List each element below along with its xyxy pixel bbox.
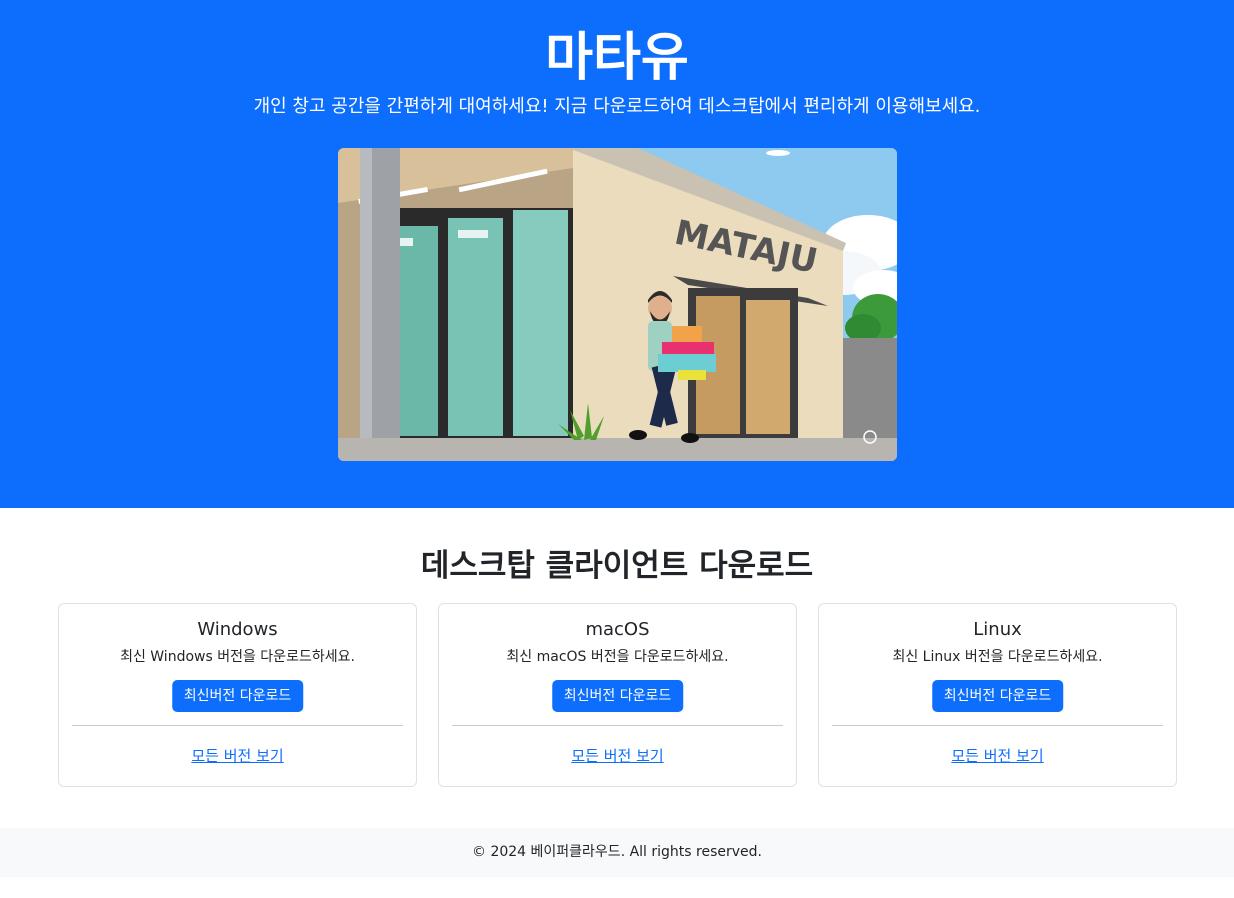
card-description: 최신 Linux 버전을 다운로드하세요. [892, 649, 1103, 665]
windows-download-button[interactable]: 최신버전 다운로드 [171, 680, 304, 712]
card-description: 최신 Windows 버전을 다운로드하세요. [120, 649, 355, 665]
windows-all-versions-link[interactable]: 모든 버전 보기 [59, 745, 416, 767]
macos-all-versions-link[interactable]: 모든 버전 보기 [439, 745, 796, 767]
card-divider [452, 725, 783, 726]
card-title: Windows [197, 619, 278, 640]
macos-download-button[interactable]: 최신버전 다운로드 [551, 680, 684, 712]
windows-card: Windows 최신 Windows 버전을 다운로드하세요. 최신버전 다운로… [58, 603, 417, 787]
footer: © 2024 베이퍼클라우드. All rights reserved. [0, 828, 1234, 877]
card-divider [72, 725, 403, 726]
copyright-text: © 2024 베이퍼클라우드. All rights reserved. [472, 844, 762, 860]
card-divider [832, 725, 1163, 726]
card-description: 최신 macOS 버전을 다운로드하세요. [506, 649, 729, 665]
macos-card: macOS 최신 macOS 버전을 다운로드하세요. 최신버전 다운로드 모든… [438, 603, 797, 787]
downloads-heading: 데스크탑 클라이언트 다운로드 [420, 548, 814, 584]
hero-section: 마타유 개인 창고 공간을 간편하게 대여하세요! 지금 다운로드하여 데스크탑… [0, 0, 1234, 508]
card-title: macOS [585, 619, 650, 640]
page-title: 마타유 [545, 28, 689, 88]
hero-illustration: MATAJU [338, 148, 897, 461]
hero-subtitle: 개인 창고 공간을 간편하게 대여하세요! 지금 다운로드하여 데스크탑에서 편… [253, 96, 981, 117]
linux-card: Linux 최신 Linux 버전을 다운로드하세요. 최신버전 다운로드 모든… [818, 603, 1177, 787]
linux-all-versions-link[interactable]: 모든 버전 보기 [819, 745, 1176, 767]
card-title: Linux [973, 619, 1022, 640]
linux-download-button[interactable]: 최신버전 다운로드 [931, 680, 1064, 712]
